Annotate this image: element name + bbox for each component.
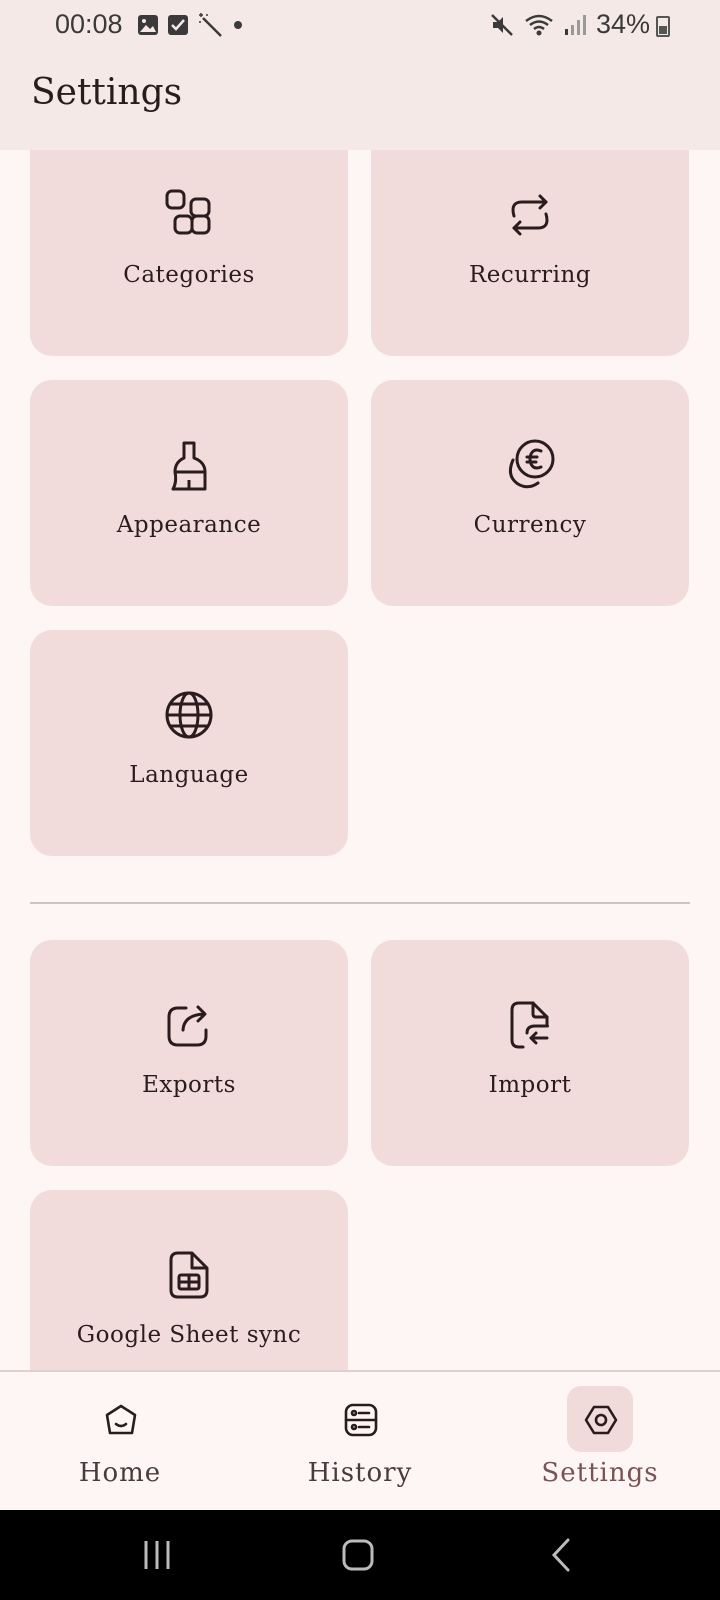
- nav-label: Home: [78, 1458, 162, 1488]
- recents-icon[interactable]: [142, 1535, 172, 1575]
- categories-icon: [165, 189, 211, 235]
- tile-label: Google Sheet sync: [76, 1322, 302, 1348]
- tile-label: Recurring: [468, 262, 591, 288]
- app-bar: Settings: [0, 52, 720, 150]
- battery-icon: [656, 16, 670, 37]
- file-import-icon: [510, 1001, 549, 1049]
- status-bar: 00:08 34%: [0, 0, 720, 52]
- notification-icons: [137, 12, 245, 38]
- tile-language[interactable]: Language: [30, 630, 348, 856]
- page-title: Settings: [31, 72, 183, 113]
- section-divider: [30, 902, 690, 904]
- bottom-navigation: Home History Settings: [0, 1370, 720, 1510]
- status-time: 00:08: [55, 9, 123, 39]
- share-icon: [167, 1005, 208, 1047]
- history-list-icon: [344, 1403, 378, 1437]
- home-icon: [105, 1404, 137, 1435]
- euro-coins-icon: [508, 439, 555, 489]
- dot-icon: [234, 21, 242, 29]
- tile-categories[interactable]: Categories: [30, 150, 348, 356]
- back-icon[interactable]: [546, 1535, 576, 1575]
- check-box-icon: [168, 15, 188, 35]
- nav-indicator: [87, 1386, 153, 1452]
- tile-label: Categories: [123, 262, 255, 288]
- nav-label: History: [307, 1458, 413, 1488]
- nav-indicator: [327, 1386, 393, 1452]
- tile-label: Import: [488, 1072, 572, 1098]
- tile-google-sheet-sync[interactable]: Google Sheet sync: [30, 1190, 348, 1370]
- settings-content[interactable]: Categories Recurring Appearance Currency…: [0, 150, 720, 1370]
- nav-indicator-active: [567, 1386, 633, 1452]
- gallery-icon: [138, 15, 158, 35]
- magic-wand-icon: [199, 13, 222, 37]
- signal-icon: [564, 14, 586, 35]
- tile-appearance[interactable]: Appearance: [30, 380, 348, 606]
- brush-icon: [171, 441, 207, 491]
- tile-label: Language: [129, 762, 249, 788]
- tile-recurring[interactable]: Recurring: [371, 150, 689, 356]
- mute-icon: [491, 13, 513, 36]
- home-button-icon[interactable]: [340, 1535, 376, 1575]
- tile-label: Appearance: [116, 512, 262, 538]
- recurring-icon: [511, 194, 549, 236]
- tile-label: Currency: [473, 512, 587, 538]
- nav-label: Settings: [541, 1458, 659, 1488]
- wifi-icon: [525, 14, 553, 35]
- battery-percent: 34%: [595, 9, 650, 39]
- nav-home[interactable]: Home: [0, 1372, 240, 1510]
- settings-hexagon-icon: [584, 1405, 618, 1435]
- nav-settings[interactable]: Settings: [480, 1372, 720, 1510]
- nav-history[interactable]: History: [240, 1372, 480, 1510]
- tile-currency[interactable]: Currency: [371, 380, 689, 606]
- globe-icon: [165, 691, 213, 739]
- tile-import[interactable]: Import: [371, 940, 689, 1166]
- spreadsheet-icon: [169, 1251, 209, 1299]
- tile-label: Exports: [142, 1072, 236, 1098]
- tile-exports[interactable]: Exports: [30, 940, 348, 1166]
- system-nav-bar: [0, 1510, 720, 1600]
- status-right: 34%: [490, 9, 650, 40]
